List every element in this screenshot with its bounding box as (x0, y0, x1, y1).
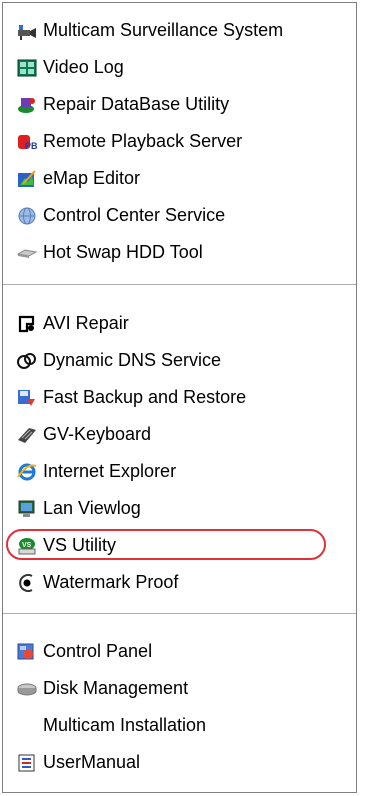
remote-playback-icon: PB (17, 132, 37, 152)
menu-item-hot-swap-hdd-tool[interactable]: Hot Swap HDD Tool (3, 235, 356, 269)
menu-separator (3, 284, 356, 285)
menu-item-gv-keyboard[interactable]: GV-Keyboard (3, 417, 356, 451)
user-manual-icon (17, 753, 37, 773)
disk-icon (17, 679, 37, 699)
menu-item-label: VS Utility (43, 534, 117, 555)
avi-repair-icon (17, 314, 37, 334)
menu-item-label: Fast Backup and Restore (43, 386, 247, 407)
internet-explorer-icon (17, 462, 37, 482)
svg-text:PB: PB (25, 141, 37, 151)
menu-item-label: eMap Editor (43, 167, 141, 188)
backup-icon (17, 388, 37, 408)
menu-item-label: Internet Explorer (43, 460, 177, 481)
menu-item-label: AVI Repair (43, 312, 129, 333)
menu-item-emap-editor[interactable]: eMap Editor (3, 161, 356, 195)
menu-item-video-log[interactable]: Video Log (3, 50, 356, 84)
hdd-icon (17, 243, 37, 263)
menu-item-label: Control Panel (43, 640, 153, 661)
vs-utility-icon: VS (17, 536, 37, 556)
menu-item-label: Dynamic DNS Service (43, 349, 222, 370)
menu-item-multicam-surveillance-system[interactable]: Multicam Surveillance System (3, 13, 356, 47)
menu-item-label: Lan Viewlog (43, 497, 141, 518)
menu-item-label: Disk Management (43, 677, 189, 698)
video-log-icon (17, 58, 37, 78)
menu-item-label: UserManual (43, 751, 141, 772)
menu-item-label: Control Center Service (43, 204, 226, 225)
menu-item-fast-backup-and-restore[interactable]: Fast Backup and Restore (3, 380, 356, 414)
menu-item-dynamic-dns-service[interactable]: Dynamic DNS Service (3, 343, 356, 377)
keyboard-icon (17, 425, 37, 445)
menu-item-control-panel[interactable]: Control Panel (3, 634, 356, 668)
menu-item-label: Remote Playback Server (43, 130, 243, 151)
menu-item-user-manual[interactable]: UserManual (3, 745, 356, 779)
menu-item-multicam-installation[interactable]: Multicam Installation (3, 708, 356, 742)
menu-item-vs-utility[interactable]: VS VS Utility (3, 528, 356, 562)
dns-icon (17, 351, 37, 371)
database-repair-icon (17, 95, 37, 115)
svg-text:VS: VS (22, 542, 32, 549)
menu-item-lan-viewlog[interactable]: Lan Viewlog (3, 491, 356, 525)
menu-item-label: Hot Swap HDD Tool (43, 241, 203, 262)
menu-item-label: Multicam Installation (43, 714, 207, 735)
menu-item-label: Video Log (43, 56, 124, 77)
program-menu: Multicam Surveillance System Video Log R… (2, 2, 357, 793)
menu-item-avi-repair[interactable]: AVI Repair (3, 306, 356, 340)
watermark-icon (17, 573, 37, 593)
lan-viewlog-icon (17, 499, 37, 519)
menu-separator (3, 613, 356, 614)
menu-item-internet-explorer[interactable]: Internet Explorer (3, 454, 356, 488)
emap-icon (17, 169, 37, 189)
menu-item-label: Watermark Proof (43, 571, 179, 592)
menu-item-remote-playback-server[interactable]: PB Remote Playback Server (3, 124, 356, 158)
menu-item-control-center-service[interactable]: Control Center Service (3, 198, 356, 232)
menu-item-watermark-proof[interactable]: Watermark Proof (3, 565, 356, 599)
menu-item-label: Repair DataBase Utility (43, 93, 230, 114)
menu-item-label: Multicam Surveillance System (43, 19, 284, 40)
menu-item-label: GV-Keyboard (43, 423, 152, 444)
menu-item-disk-management[interactable]: Disk Management (3, 671, 356, 705)
globe-service-icon (17, 206, 37, 226)
control-panel-icon (17, 642, 37, 662)
surveillance-system-icon (17, 21, 37, 41)
menu-item-repair-database-utility[interactable]: Repair DataBase Utility (3, 87, 356, 121)
